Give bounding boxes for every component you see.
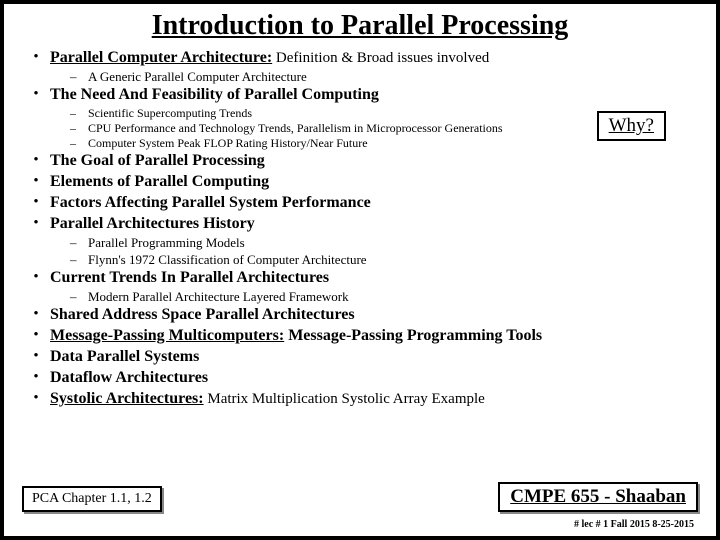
- bullet-text: Message-Passing Multicomputers: Message-…: [50, 326, 698, 346]
- bullet-marker: •: [22, 151, 50, 171]
- dash-marker: –: [70, 136, 88, 151]
- bullet-level-2: –Modern Parallel Architecture Layered Fr…: [70, 289, 698, 305]
- why-callout: Why?: [597, 111, 666, 141]
- sub-bullet-text: Scientific Supercomputing Trends: [88, 106, 252, 121]
- bullet-text: Data Parallel Systems: [50, 347, 698, 367]
- bullet-marker: •: [22, 193, 50, 213]
- bullet-marker: •: [22, 389, 50, 409]
- bullet-level-1: •Current Trends In Parallel Architecture…: [22, 268, 698, 288]
- bullet-text: Parallel Architectures History: [50, 214, 698, 234]
- bullet-level-2: –A Generic Parallel Computer Architectur…: [70, 69, 698, 85]
- bullet-marker: •: [22, 268, 50, 288]
- sub-bullet-text: Modern Parallel Architecture Layered Fra…: [88, 289, 349, 305]
- bullet-text: Factors Affecting Parallel System Perfor…: [50, 193, 698, 213]
- bullet-level-2: –Parallel Programming Models: [70, 235, 698, 251]
- bullet-level-1: •Factors Affecting Parallel System Perfo…: [22, 193, 698, 213]
- sub-bullet-text: CPU Performance and Technology Trends, P…: [88, 121, 503, 136]
- bullet-level-1: •Data Parallel Systems: [22, 347, 698, 367]
- bullet-marker: •: [22, 214, 50, 234]
- bullet-marker: •: [22, 305, 50, 325]
- dash-marker: –: [70, 121, 88, 136]
- content-list: •Parallel Computer Architecture: Definit…: [22, 48, 698, 409]
- bullet-level-1: •Elements of Parallel Computing: [22, 172, 698, 192]
- dash-marker: –: [70, 252, 88, 268]
- bullet-marker: •: [22, 172, 50, 192]
- bullet-level-1: •Parallel Architectures History: [22, 214, 698, 234]
- bullet-marker: •: [22, 368, 50, 388]
- sub-bullet-text: Parallel Programming Models: [88, 235, 245, 251]
- bullet-level-1: •The Goal of Parallel Processing: [22, 151, 698, 171]
- sub-bullet-text: Flynn's 1972 Classification of Computer …: [88, 252, 367, 268]
- bullet-text: Elements of Parallel Computing: [50, 172, 698, 192]
- dash-marker: –: [70, 235, 88, 251]
- bullet-text: The Need And Feasibility of Parallel Com…: [50, 85, 698, 105]
- bullet-marker: •: [22, 85, 50, 105]
- lecture-meta: # lec # 1 Fall 2015 8-25-2015: [574, 519, 694, 530]
- footer: PCA Chapter 1.1, 1.2 CMPE 655 - Shaaban: [22, 482, 698, 512]
- bullet-level-1: •The Need And Feasibility of Parallel Co…: [22, 85, 698, 105]
- sub-bullet-text: Computer System Peak FLOP Rating History…: [88, 136, 368, 151]
- dash-marker: –: [70, 106, 88, 121]
- bullet-marker: •: [22, 326, 50, 346]
- bullet-marker: •: [22, 347, 50, 367]
- bullet-level-1: •Parallel Computer Architecture: Definit…: [22, 48, 698, 68]
- slide: Introduction to Parallel Processing •Par…: [0, 0, 720, 540]
- bullet-text: Parallel Computer Architecture: Definiti…: [50, 48, 698, 68]
- bullet-level-1: •Message-Passing Multicomputers: Message…: [22, 326, 698, 346]
- chapter-ref-box: PCA Chapter 1.1, 1.2: [22, 486, 162, 512]
- slide-title: Introduction to Parallel Processing: [22, 10, 698, 42]
- bullet-text: Shared Address Space Parallel Architectu…: [50, 305, 698, 325]
- dash-marker: –: [70, 69, 88, 85]
- bullet-text: Current Trends In Parallel Architectures: [50, 268, 698, 288]
- bullet-level-1: •Shared Address Space Parallel Architect…: [22, 305, 698, 325]
- bullet-level-1: •Systolic Architectures: Matrix Multipli…: [22, 389, 698, 409]
- course-box: CMPE 655 - Shaaban: [498, 482, 698, 512]
- bullet-text: Systolic Architectures: Matrix Multiplic…: [50, 389, 698, 409]
- bullet-text: Dataflow Architectures: [50, 368, 698, 388]
- bullet-level-1: •Dataflow Architectures: [22, 368, 698, 388]
- bullet-marker: •: [22, 48, 50, 68]
- sub-bullet-text: A Generic Parallel Computer Architecture: [88, 69, 307, 85]
- dash-marker: –: [70, 289, 88, 305]
- bullet-text: The Goal of Parallel Processing: [50, 151, 698, 171]
- bullet-level-2: –Flynn's 1972 Classification of Computer…: [70, 252, 698, 268]
